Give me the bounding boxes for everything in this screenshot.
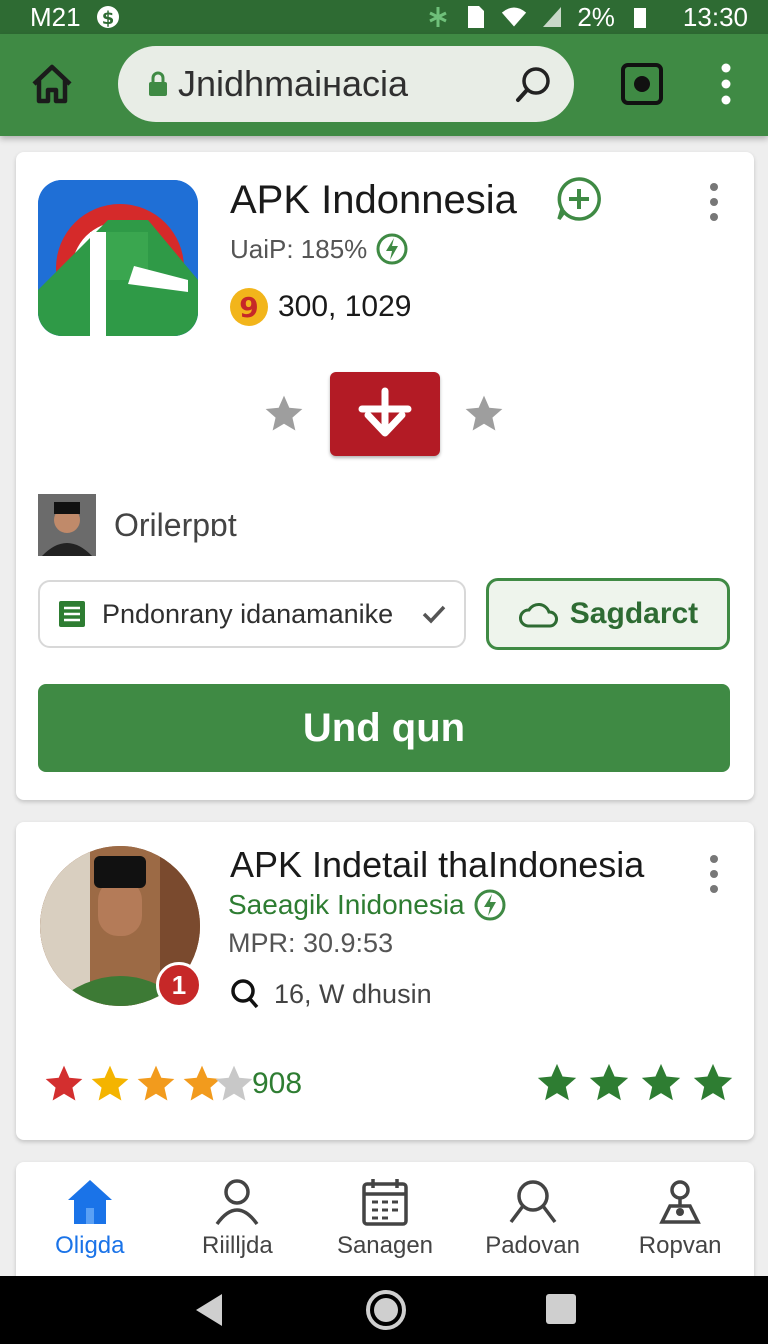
star-icon — [589, 1063, 629, 1101]
app-subtitle-text: UaiP: 185% — [230, 233, 368, 264]
nav-label: Riilljda — [202, 1232, 273, 1259]
lock-icon — [148, 71, 168, 97]
calendar-icon — [362, 1179, 408, 1226]
download-icon — [358, 387, 412, 437]
system-nav-bar — [0, 1276, 768, 1344]
home-icon[interactable] — [28, 60, 76, 108]
battery-label: 2% — [577, 1, 615, 32]
category-chip-label: Pndonrany idanamanike — [102, 598, 394, 629]
avatar[interactable] — [38, 494, 96, 556]
nav-item-ropvan[interactable]: Ropvan — [606, 1176, 754, 1276]
search-icon[interactable] — [514, 64, 554, 104]
document-icon — [59, 601, 85, 627]
url-text[interactable]: Jnidhmaiнacia — [178, 63, 514, 105]
star-half-icon — [215, 1065, 253, 1101]
sim-icon — [463, 4, 489, 30]
coin-value: 300, 1029 — [278, 290, 412, 323]
bottom-navigation: Oligda Riilljda Sanagen Padovan Ropvan — [16, 1176, 754, 1276]
signal-icon — [539, 4, 565, 30]
primary-action-button[interactable]: Und qun — [38, 684, 730, 772]
star-icon — [45, 1065, 83, 1101]
card-more-icon[interactable] — [706, 854, 722, 894]
bolt-icon — [473, 888, 507, 922]
nav-label: Sanagen — [336, 1232, 434, 1259]
home-button-icon[interactable] — [364, 1288, 408, 1332]
rating-left[interactable]: 908 — [42, 1062, 302, 1106]
mpr-value: MPR: 30.9:53 — [228, 928, 394, 958]
author-name: Orilerpɒt — [114, 506, 237, 543]
nav-label: Ropvan — [638, 1232, 722, 1259]
coin-icon: 9 — [228, 286, 270, 328]
nav-item-oligda[interactable]: Oligda — [16, 1176, 164, 1276]
carrier-label: M21 — [30, 1, 81, 32]
detail-subtitle: Saeagik Inidonesia — [228, 888, 507, 922]
nav-label: Padovan — [485, 1232, 580, 1259]
category-chip[interactable]: Pndonrany idanamanike — [38, 580, 466, 648]
search-icon — [231, 979, 259, 1009]
svg-text:$: $ — [101, 8, 114, 29]
tabs-icon[interactable] — [620, 62, 664, 106]
star-icon — [137, 1065, 175, 1101]
cloud-icon — [518, 603, 558, 628]
person-icon — [215, 1179, 259, 1226]
more-vert-icon[interactable] — [712, 62, 740, 106]
clock: 13:30 — [682, 1, 748, 32]
cloud-button[interactable]: Sagdarct — [486, 578, 730, 650]
nav-item-sanagen[interactable]: Sanagen — [311, 1176, 459, 1276]
sync-icon: $ — [95, 4, 121, 30]
bolt-icon — [375, 232, 409, 266]
detail-card: 1 APK Indetail thaIndonesia Saeagik Inid… — [16, 822, 754, 1140]
download-button[interactable] — [330, 372, 440, 456]
star-icon — [641, 1063, 681, 1101]
search-line: 16, W dhusin — [230, 978, 432, 1010]
coin-row: 9 300, 1029 — [228, 286, 411, 328]
app-card: APK Indonnesia UaiP: 185% 9 300, 1029 Or… — [16, 152, 754, 800]
rating-count: 908 — [252, 1067, 303, 1100]
star-icon[interactable] — [462, 392, 506, 436]
cloud-button-label: Sagdarct — [569, 597, 699, 630]
nav-item-padovan[interactable]: Padovan — [459, 1176, 607, 1276]
author-row[interactable]: Orilerpɒt — [38, 494, 237, 556]
detail-subtitle-text: Saeagik Inidonesia — [228, 889, 465, 920]
card-more-icon[interactable] — [706, 182, 722, 222]
star-icon[interactable] — [262, 392, 306, 436]
home-icon — [67, 1180, 112, 1224]
leaf-icon — [425, 4, 451, 30]
svg-text:9: 9 — [239, 291, 258, 324]
search-icon — [509, 1180, 556, 1224]
notification-badge: 1 — [156, 962, 202, 1008]
status-bar: M21 $ 2% 13:30 — [0, 0, 768, 34]
detail-title: APK Indetail thaIndonesia — [230, 844, 645, 885]
add-icon[interactable] — [556, 176, 602, 222]
app-title: APK Indonnesia — [230, 178, 517, 222]
browser-toolbar: Jnidhmaiнacia — [0, 34, 768, 136]
app-logo[interactable] — [38, 180, 198, 336]
search-line-text: 16, W dhusin — [274, 978, 432, 1009]
wifi-icon — [501, 4, 527, 30]
url-bar[interactable]: Jnidhmaiнacia — [118, 46, 574, 122]
back-icon[interactable] — [190, 1290, 230, 1330]
recent-apps-icon[interactable] — [544, 1292, 578, 1326]
nav-label: Oligda — [55, 1232, 125, 1259]
check-icon — [422, 605, 446, 624]
star-icon — [537, 1063, 577, 1101]
star-icon — [693, 1063, 733, 1101]
rating-right[interactable] — [534, 1060, 736, 1106]
app-subtitle: UaiP: 185% — [230, 232, 409, 266]
nav-item-riilljda[interactable]: Riilljda — [164, 1176, 312, 1276]
star-icon — [91, 1065, 129, 1101]
account-icon — [659, 1180, 702, 1224]
battery-icon — [627, 4, 653, 30]
